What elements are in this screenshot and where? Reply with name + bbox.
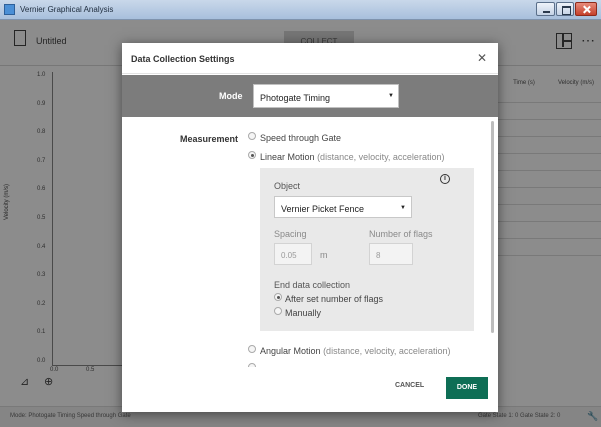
flags-input[interactable]: 8: [369, 243, 413, 265]
info-icon[interactable]: i: [440, 174, 450, 184]
option-after-flags[interactable]: After set number of flags: [285, 294, 383, 304]
measurement-label: Measurement: [180, 134, 239, 144]
dialog-title: Data Collection Settings: [131, 54, 235, 64]
minimize-icon[interactable]: [536, 2, 555, 16]
radio-manually[interactable]: [274, 307, 282, 315]
window-title: Vernier Graphical Analysis: [20, 5, 114, 14]
option-label: Angular Motion: [260, 346, 321, 356]
done-button[interactable]: DONE: [446, 377, 488, 399]
dialog-body: Measurement Speed through Gate Linear Mo…: [122, 117, 498, 367]
dialog-footer: CANCEL DONE: [122, 367, 498, 412]
mode-select[interactable]: Photogate Timing ▼: [253, 84, 399, 108]
flags-label: Number of flags: [369, 229, 433, 239]
mode-band: Mode Photogate Timing ▼: [122, 75, 498, 117]
dialog-scrollbar[interactable]: [491, 121, 494, 333]
object-panel: Object i Vernier Picket Fence ▼ Spacing …: [260, 168, 474, 331]
close-icon[interactable]: ✕: [477, 51, 487, 65]
chevron-down-icon: ▼: [388, 93, 394, 99]
maximize-icon[interactable]: [556, 2, 574, 16]
mode-select-value: Photogate Timing: [260, 93, 331, 103]
flags-value: 8: [376, 251, 381, 260]
window-titlebar: Vernier Graphical Analysis: [0, 0, 601, 20]
cancel-button[interactable]: CANCEL: [395, 382, 424, 389]
option-linear-motion[interactable]: Linear Motion (distance, velocity, accel…: [260, 152, 444, 162]
radio-speed-through-gate[interactable]: [248, 132, 256, 140]
data-collection-settings-dialog: Data Collection Settings ✕ Mode Photogat…: [122, 43, 498, 412]
option-manually[interactable]: Manually: [285, 308, 321, 318]
end-collection-label: End data collection: [274, 280, 351, 290]
option-sub: (distance, velocity, acceleration): [317, 152, 445, 162]
object-select[interactable]: Vernier Picket Fence ▼: [274, 196, 412, 218]
chevron-down-icon: ▼: [400, 205, 406, 211]
option-label: Linear Motion: [260, 152, 315, 162]
spacing-value: 0.05: [281, 251, 297, 260]
spacing-unit: m: [320, 250, 328, 260]
option-label: Speed through Gate: [260, 133, 342, 143]
mode-label: Mode: [219, 91, 243, 101]
dialog-header: Data Collection Settings ✕: [122, 43, 498, 74]
close-window-icon[interactable]: [575, 2, 597, 16]
object-select-value: Vernier Picket Fence: [281, 204, 365, 214]
object-label: Object: [274, 181, 301, 191]
option-sub: (distance, velocity, acceleration): [323, 346, 451, 356]
app-icon: [4, 4, 15, 15]
option-angular-motion[interactable]: Angular Motion (distance, velocity, acce…: [260, 346, 450, 356]
radio-angular-motion[interactable]: [248, 345, 256, 353]
option-speed-through-gate[interactable]: Speed through Gate: [260, 133, 341, 143]
spacing-label: Spacing: [274, 229, 307, 239]
radio-linear-motion[interactable]: [248, 151, 256, 159]
radio-after-flags[interactable]: [274, 293, 282, 301]
spacing-input[interactable]: 0.05: [274, 243, 312, 265]
